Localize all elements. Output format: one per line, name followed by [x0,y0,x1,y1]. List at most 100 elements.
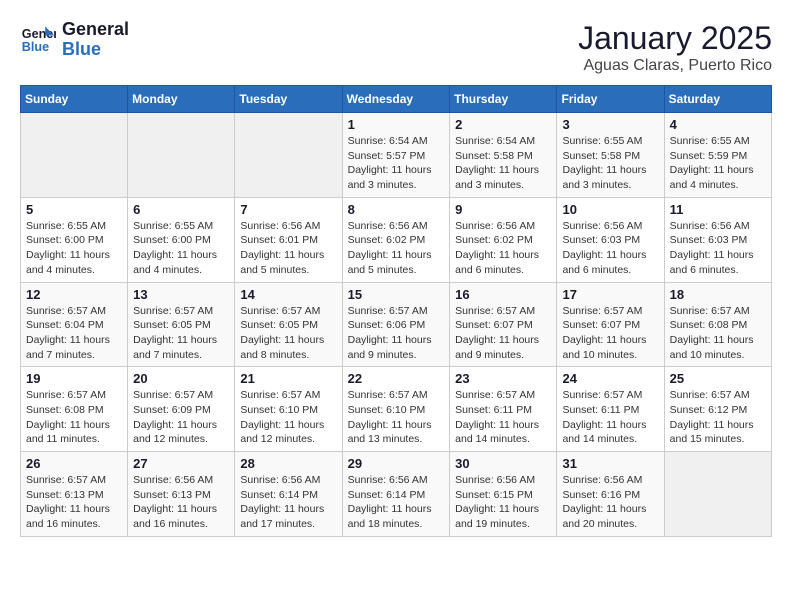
day-number: 25 [670,371,766,386]
day-info: Sunrise: 6:55 AMSunset: 6:00 PMDaylight:… [133,219,229,278]
header-day-saturday: Saturday [664,86,771,113]
day-number: 21 [240,371,336,386]
calendar-cell: 19 Sunrise: 6:57 AMSunset: 6:08 PMDayligh… [21,367,128,452]
day-number: 7 [240,202,336,217]
day-number: 31 [562,456,658,471]
day-info: Sunrise: 6:55 AMSunset: 5:59 PMDaylight:… [670,134,766,193]
day-info: Sunrise: 6:56 AMSunset: 6:02 PMDaylight:… [348,219,445,278]
day-number: 19 [26,371,122,386]
calendar-cell: 26 Sunrise: 6:57 AMSunset: 6:13 PMDayligh… [21,452,128,537]
calendar-cell: 15 Sunrise: 6:57 AMSunset: 6:06 PMDayligh… [342,282,450,367]
day-number: 17 [562,287,658,302]
day-info: Sunrise: 6:55 AMSunset: 5:58 PMDaylight:… [562,134,658,193]
day-number: 15 [348,287,445,302]
day-info: Sunrise: 6:54 AMSunset: 5:58 PMDaylight:… [455,134,551,193]
calendar-cell: 5Sunrise: 6:55 AMSunset: 6:00 PMDaylight… [21,197,128,282]
day-info: Sunrise: 6:57 AMSunset: 6:13 PMDaylight:… [26,473,122,532]
calendar-cell: 10Sunrise: 6:56 AMSunset: 6:03 PMDayligh… [557,197,664,282]
day-info: Sunrise: 6:56 AMSunset: 6:13 PMDaylight:… [133,473,229,532]
day-number: 29 [348,456,445,471]
calendar-body: 1Sunrise: 6:54 AMSunset: 5:57 PMDaylight… [21,113,772,537]
day-number: 12 [26,287,122,302]
logo-text: General Blue [62,20,129,60]
header-day-sunday: Sunday [21,86,128,113]
page-header: General Blue General Blue January 2025 A… [20,20,772,75]
calendar-table: SundayMondayTuesdayWednesdayThursdayFrid… [20,85,772,537]
calendar-cell: 8 Sunrise: 6:56 AMSunset: 6:02 PMDaylight… [342,197,450,282]
day-number: 8 [348,202,445,217]
calendar-subtitle: Aguas Claras, Puerto Rico [578,57,772,75]
calendar-cell: 6 Sunrise: 6:55 AMSunset: 6:00 PMDaylight… [128,197,235,282]
calendar-cell: 16 Sunrise: 6:57 AMSunset: 6:07 PMDayligh… [450,282,557,367]
day-info: Sunrise: 6:57 AMSunset: 6:06 PMDaylight:… [348,304,445,363]
day-info: Sunrise: 6:57 AMSunset: 6:08 PMDaylight:… [670,304,766,363]
logo: General Blue General Blue [20,20,129,60]
calendar-cell: 22 Sunrise: 6:57 AMSunset: 6:10 PMDayligh… [342,367,450,452]
calendar-cell: 30Sunrise: 6:56 AMSunset: 6:15 PMDayligh… [450,452,557,537]
day-info: Sunrise: 6:57 AMSunset: 6:08 PMDaylight:… [26,388,122,447]
day-info: Sunrise: 6:56 AMSunset: 6:16 PMDaylight:… [562,473,658,532]
day-info: Sunrise: 6:56 AMSunset: 6:03 PMDaylight:… [670,219,766,278]
header-day-thursday: Thursday [450,86,557,113]
calendar-cell: 24Sunrise: 6:57 AMSunset: 6:11 PMDayligh… [557,367,664,452]
day-number: 2 [455,117,551,132]
calendar-header: SundayMondayTuesdayWednesdayThursdayFrid… [21,86,772,113]
day-info: Sunrise: 6:56 AMSunset: 6:14 PMDaylight:… [240,473,336,532]
day-number: 6 [133,202,229,217]
week-row-4: 19 Sunrise: 6:57 AMSunset: 6:08 PMDayligh… [21,367,772,452]
calendar-cell: 17Sunrise: 6:57 AMSunset: 6:07 PMDayligh… [557,282,664,367]
header-row: SundayMondayTuesdayWednesdayThursdayFrid… [21,86,772,113]
calendar-cell: 14Sunrise: 6:57 AMSunset: 6:05 PMDayligh… [235,282,342,367]
day-number: 4 [670,117,766,132]
calendar-cell: 7 Sunrise: 6:56 AMSunset: 6:01 PMDaylight… [235,197,342,282]
day-number: 16 [455,287,551,302]
day-number: 1 [348,117,445,132]
calendar-cell: 28 Sunrise: 6:56 AMSunset: 6:14 PMDayligh… [235,452,342,537]
calendar-cell: 4 Sunrise: 6:55 AMSunset: 5:59 PMDaylight… [664,113,771,198]
day-info: Sunrise: 6:57 AMSunset: 6:04 PMDaylight:… [26,304,122,363]
day-number: 11 [670,202,766,217]
day-number: 26 [26,456,122,471]
calendar-cell: 27Sunrise: 6:56 AMSunset: 6:13 PMDayligh… [128,452,235,537]
calendar-cell: 31 Sunrise: 6:56 AMSunset: 6:16 PMDayligh… [557,452,664,537]
day-number: 5 [26,202,122,217]
logo-icon: General Blue [20,22,56,58]
calendar-cell: 25Sunrise: 6:57 AMSunset: 6:12 PMDayligh… [664,367,771,452]
calendar-cell [664,452,771,537]
calendar-cell: 1Sunrise: 6:54 AMSunset: 5:57 PMDaylight… [342,113,450,198]
day-info: Sunrise: 6:57 AMSunset: 6:11 PMDaylight:… [455,388,551,447]
calendar-cell: 2 Sunrise: 6:54 AMSunset: 5:58 PMDaylight… [450,113,557,198]
day-number: 24 [562,371,658,386]
calendar-cell: 18 Sunrise: 6:57 AMSunset: 6:08 PMDayligh… [664,282,771,367]
day-number: 13 [133,287,229,302]
day-number: 9 [455,202,551,217]
week-row-1: 1Sunrise: 6:54 AMSunset: 5:57 PMDaylight… [21,113,772,198]
week-row-2: 5 Sunrise: 6:55 AMSunset: 6:00 PMDaylight… [21,197,772,282]
calendar-cell [128,113,235,198]
day-number: 28 [240,456,336,471]
day-info: Sunrise: 6:57 AMSunset: 6:07 PMDaylight:… [455,304,551,363]
day-info: Sunrise: 6:57 AMSunset: 6:10 PMDaylight:… [348,388,445,447]
calendar-cell [21,113,128,198]
title-block: January 2025 Aguas Claras, Puerto Rico [578,20,772,75]
header-day-monday: Monday [128,86,235,113]
calendar-title: January 2025 [578,20,772,57]
day-info: Sunrise: 6:56 AMSunset: 6:03 PMDaylight:… [562,219,658,278]
day-number: 20 [133,371,229,386]
header-day-tuesday: Tuesday [235,86,342,113]
day-number: 23 [455,371,551,386]
calendar-cell: 13 Sunrise: 6:57 AMSunset: 6:05 PMDayligh… [128,282,235,367]
calendar-cell: 21 Sunrise: 6:57 AMSunset: 6:10 PMDayligh… [235,367,342,452]
day-info: Sunrise: 6:57 AMSunset: 6:05 PMDaylight:… [240,304,336,363]
day-info: Sunrise: 6:56 AMSunset: 6:01 PMDaylight:… [240,219,336,278]
header-day-friday: Friday [557,86,664,113]
day-info: Sunrise: 6:56 AMSunset: 6:02 PMDaylight:… [455,219,551,278]
calendar-cell: 9 Sunrise: 6:56 AMSunset: 6:02 PMDaylight… [450,197,557,282]
day-info: Sunrise: 6:57 AMSunset: 6:05 PMDaylight:… [133,304,229,363]
calendar-cell: 11 Sunrise: 6:56 AMSunset: 6:03 PMDayligh… [664,197,771,282]
day-info: Sunrise: 6:57 AMSunset: 6:10 PMDaylight:… [240,388,336,447]
day-number: 22 [348,371,445,386]
day-number: 18 [670,287,766,302]
day-info: Sunrise: 6:56 AMSunset: 6:15 PMDaylight:… [455,473,551,532]
week-row-3: 12 Sunrise: 6:57 AMSunset: 6:04 PMDayligh… [21,282,772,367]
